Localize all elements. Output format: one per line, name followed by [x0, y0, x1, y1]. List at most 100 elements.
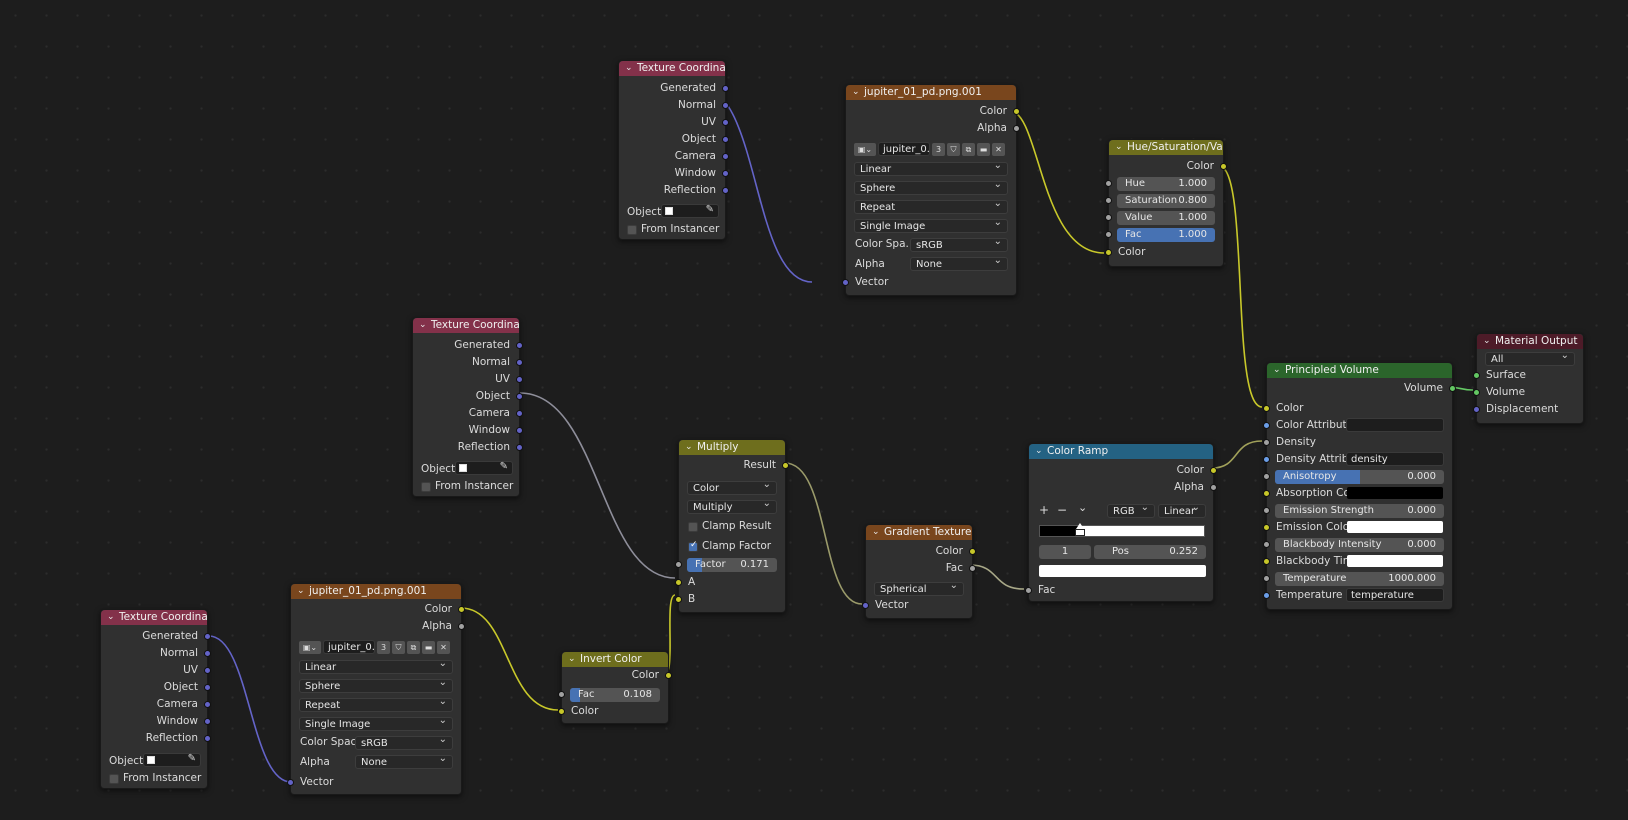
string-socket-icon[interactable] [1263, 592, 1270, 599]
node-header[interactable]: ⌄ Color Ramp [1029, 444, 1213, 459]
socket-normal[interactable]: Normal [101, 645, 211, 662]
color-socket-icon[interactable] [1263, 490, 1270, 497]
collapse-chevron-icon[interactable]: ⌄ [107, 610, 115, 625]
active-stop-handle-icon[interactable] [1075, 529, 1085, 536]
vector-socket-icon[interactable] [862, 602, 869, 609]
socket-b[interactable]: B [675, 591, 785, 608]
node-header[interactable]: ⌄ Hue/Saturation/Value [1109, 140, 1223, 155]
vector-socket-icon[interactable] [204, 667, 211, 674]
temperature-attribute-field[interactable]: temperature [1346, 588, 1444, 602]
socket-result[interactable]: Result [679, 457, 789, 474]
color-socket-icon[interactable] [782, 462, 789, 469]
shader-socket-icon[interactable] [1449, 385, 1456, 392]
socket-generated[interactable]: Generated [413, 337, 523, 354]
vector-socket-icon[interactable] [722, 102, 729, 109]
socket-camera[interactable]: Camera [619, 148, 729, 165]
vector-socket-icon[interactable] [516, 444, 523, 451]
fac-socket-icon[interactable] [558, 691, 565, 698]
value-socket-icon[interactable] [1105, 214, 1112, 221]
vector-socket-icon[interactable] [722, 136, 729, 143]
collapse-chevron-icon[interactable]: ⌄ [685, 440, 693, 455]
object-field[interactable]: ✎ [143, 753, 201, 767]
socket-camera[interactable]: Camera [413, 405, 523, 422]
vector-socket-icon[interactable] [516, 427, 523, 434]
user-count[interactable]: 3 [377, 641, 390, 654]
from-instancer-checkbox[interactable] [627, 225, 637, 235]
clamp-factor-checkbox[interactable] [688, 540, 698, 552]
vector-socket-icon[interactable] [1473, 406, 1480, 413]
value-socket-icon[interactable] [458, 623, 465, 630]
density-attribute-field[interactable]: density [1346, 452, 1444, 466]
add-stop-button[interactable]: + [1039, 503, 1049, 517]
image-name-field[interactable]: jupiter_0... [878, 142, 930, 156]
shader-socket-icon[interactable] [1473, 372, 1480, 379]
color-space-dropdown[interactable]: sRGB [355, 736, 453, 750]
interpolation-dropdown[interactable]: Linear [1158, 504, 1206, 518]
socket-color[interactable]: Color [1263, 400, 1452, 417]
color-socket-icon[interactable] [1263, 558, 1270, 565]
target-dropdown[interactable]: All [1485, 352, 1575, 366]
socket-alpha[interactable]: Alpha [846, 120, 1020, 137]
stop-index-field[interactable]: 1 [1039, 545, 1091, 559]
socket-volume-out[interactable]: Volume [1267, 380, 1456, 397]
node-header[interactable]: ⌄ jupiter_01_pd.png.001 [291, 584, 461, 599]
from-instancer-checkbox[interactable] [109, 774, 119, 784]
vector-socket-icon[interactable] [722, 187, 729, 194]
interpolation-dropdown[interactable]: Linear [299, 660, 453, 674]
shader-socket-icon[interactable] [1473, 389, 1480, 396]
node-principled-volume[interactable]: ⌄ Principled Volume Volume Color Color At… [1263, 362, 1456, 610]
node-hue-saturation-value[interactable]: ⌄ Hue/Saturation/Value Color Hue 1.000 Sat… [1105, 139, 1227, 267]
projection-dropdown[interactable]: Sphere [299, 679, 453, 693]
vector-socket-icon[interactable] [722, 153, 729, 160]
anisotropy-field[interactable]: Anisotropy 0.000 [1275, 470, 1444, 484]
blackbody-socket-icon[interactable] [1263, 541, 1270, 548]
socket-displacement[interactable]: Displacement [1473, 401, 1583, 418]
vector-socket-icon[interactable] [204, 633, 211, 640]
socket-a[interactable]: A [675, 574, 785, 591]
node-header[interactable]: ⌄ jupiter_01_pd.png.001 [846, 85, 1016, 100]
socket-window[interactable]: Window [101, 713, 211, 730]
node-invert-color[interactable]: ⌄ Invert Color Color Fac 0.108 Color [558, 651, 672, 724]
node-texture-coordinate-top[interactable]: ⌄Texture Coordinate Generated Normal UV … [618, 60, 729, 240]
socket-volume[interactable]: Volume [1473, 384, 1583, 401]
socket-object[interactable]: Object [413, 388, 523, 405]
eyedropper-icon[interactable]: ✎ [188, 753, 196, 764]
socket-object[interactable]: Object [619, 131, 729, 148]
socket-vector[interactable]: Vector [287, 774, 461, 791]
color-socket-icon[interactable] [458, 606, 465, 613]
color-socket-icon[interactable] [1220, 163, 1227, 170]
node-header[interactable]: ⌄ Texture Coordinate [413, 318, 519, 333]
vector-socket-icon[interactable] [516, 410, 523, 417]
node-header[interactable]: ⌄ Material Output [1477, 334, 1583, 349]
socket-color-out[interactable]: Color [562, 667, 672, 684]
color-socket-icon[interactable] [969, 548, 976, 555]
vector-socket-icon[interactable] [516, 376, 523, 383]
node-multiply-mix[interactable]: ⌄ Multiply Result Color Multiply Clamp Re… [675, 439, 789, 613]
vector-socket-icon[interactable] [842, 279, 849, 286]
node-header[interactable]: ⌄ Texture Coordinate [101, 610, 207, 625]
value-field[interactable]: Value 1.000 [1117, 211, 1215, 225]
vector-socket-icon[interactable] [516, 359, 523, 366]
fac-field[interactable]: Fac 0.108 [570, 688, 660, 702]
socket-color-in[interactable]: Color [558, 703, 668, 720]
color-socket-icon[interactable] [1263, 405, 1270, 412]
vector-socket-icon[interactable] [287, 779, 294, 786]
color-socket-icon[interactable] [1105, 249, 1112, 256]
source-dropdown[interactable]: Single Image [854, 219, 1008, 233]
color-socket-icon[interactable] [1013, 108, 1020, 115]
color-socket-icon[interactable] [558, 708, 565, 715]
socket-window[interactable]: Window [413, 422, 523, 439]
node-image-texture-top[interactable]: ⌄ jupiter_01_pd.png.001 Color Alpha ▣⌄ ju… [842, 84, 1020, 296]
socket-alpha[interactable]: Alpha [1029, 479, 1217, 496]
interpolation-dropdown[interactable]: Linear [854, 162, 1008, 176]
vector-socket-icon[interactable] [204, 650, 211, 657]
source-dropdown[interactable]: Single Image [299, 717, 453, 731]
eyedropper-icon[interactable]: ✎ [706, 204, 714, 215]
value-socket-icon[interactable] [1210, 484, 1217, 491]
stop-position-field[interactable]: Pos 0.252 [1094, 545, 1206, 559]
collapse-chevron-icon[interactable]: ⌄ [1483, 334, 1491, 349]
object-field[interactable]: ✎ [661, 204, 719, 218]
socket-uv[interactable]: UV [619, 114, 729, 131]
node-gradient-texture[interactable]: ⌄ Gradient Texture Color Fac Spherical Ve… [862, 524, 976, 619]
vector-socket-icon[interactable] [722, 170, 729, 177]
